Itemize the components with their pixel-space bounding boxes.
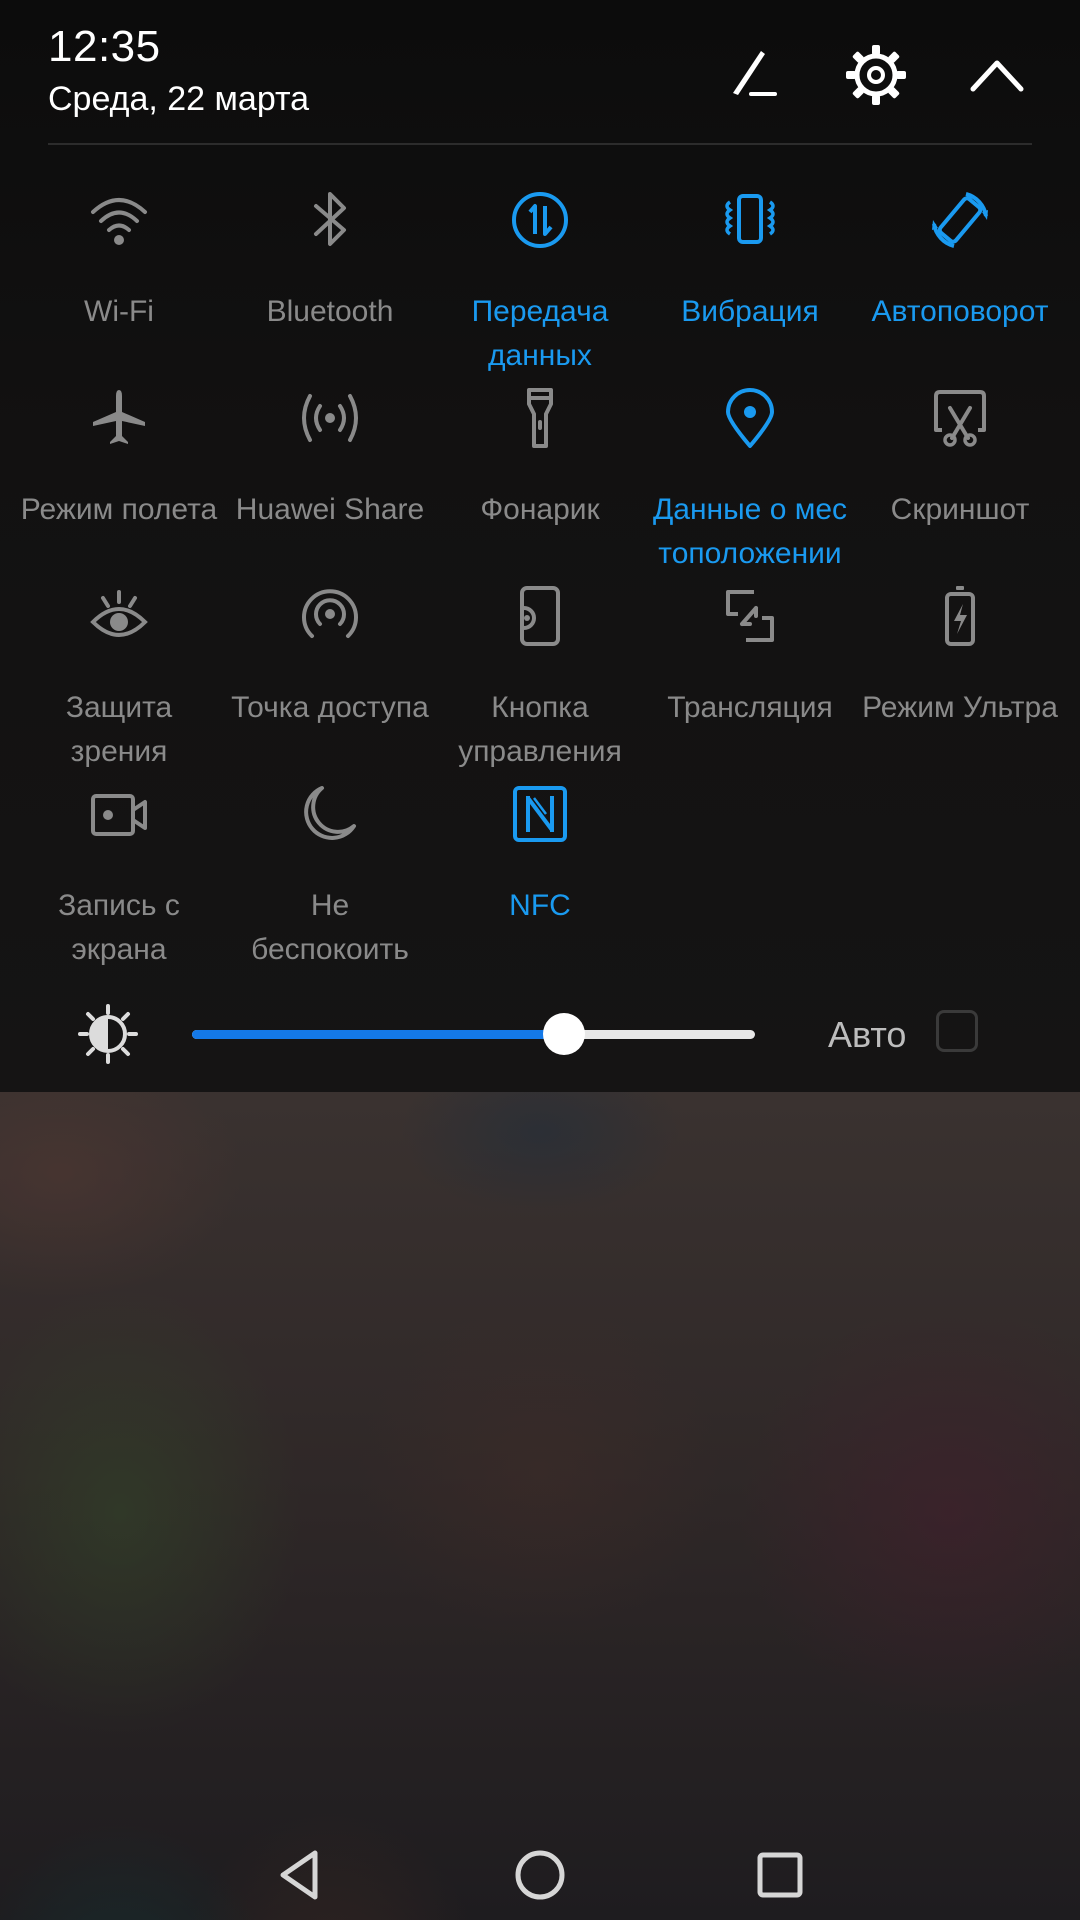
auto-brightness-label: Авто [828, 1014, 907, 1055]
tile-label: Не беспокоить [251, 889, 409, 966]
huawei-share-icon [302, 394, 358, 442]
chevron-up-icon [970, 60, 1024, 92]
tile-label: Вибрация [681, 295, 819, 328]
tile-do-not-disturb[interactable]: Не беспокоить [222, 784, 438, 974]
auto-brightness-checkbox[interactable] [936, 1010, 978, 1052]
tile-nfc[interactable]: NFC [432, 784, 648, 974]
eye-comfort-icon [90, 590, 148, 637]
recents-button[interactable] [745, 1840, 815, 1910]
moon-icon [304, 786, 356, 840]
tile-label: NFC [509, 889, 571, 922]
edit-tiles-button[interactable] [720, 40, 790, 110]
location-icon [726, 388, 774, 448]
tile-label: Фонарик [480, 493, 600, 526]
tile-label: Запись с экрана [58, 889, 180, 966]
tile-flashlight[interactable]: Фонарик [432, 388, 648, 578]
wifi-icon [91, 198, 147, 245]
clock: 12:35 [48, 22, 161, 71]
tile-navigation-dock[interactable]: Кнопка управления [432, 586, 648, 776]
brightness-slider-thumb[interactable] [542, 1013, 585, 1055]
brightness-icon [78, 1004, 138, 1064]
tile-vibration[interactable]: Вибрация [642, 190, 858, 380]
brightness-slider[interactable] [192, 1013, 755, 1055]
tile-label: Точка доступа [231, 691, 429, 724]
cast-icon [726, 590, 774, 642]
tile-mobile-data[interactable]: Передача данных [432, 190, 648, 380]
brightness-row: Авто [0, 1000, 1080, 1070]
recents-icon [757, 1852, 803, 1898]
home-icon [515, 1850, 565, 1900]
tile-huawei-share[interactable]: Huawei Share [222, 388, 438, 578]
gear-icon [846, 45, 906, 105]
tile-label: Кнопка управления [458, 691, 622, 768]
back-icon [280, 1850, 318, 1900]
tile-hotspot[interactable]: Точка доступа [222, 586, 438, 776]
tile-label: Данные о мес тоположении [652, 493, 848, 570]
tile-wifi[interactable]: Wi-Fi [11, 190, 227, 380]
tile-label: Трансляция [667, 691, 833, 724]
home-button[interactable] [505, 1840, 575, 1910]
screenshot-icon [934, 390, 986, 447]
settings-button[interactable] [841, 40, 911, 110]
ultra-battery-icon [945, 586, 975, 646]
tile-label: Wi-Fi [84, 295, 154, 328]
tile-location[interactable]: Данные о мес тоположении [642, 388, 858, 578]
vibration-icon [725, 194, 775, 244]
auto-rotate-icon [932, 192, 988, 248]
edit-icon [733, 51, 777, 96]
tile-label: Режим Ультра [862, 691, 1058, 724]
collapse-panel-button[interactable] [962, 40, 1032, 110]
back-button[interactable] [265, 1840, 335, 1910]
tile-bluetooth[interactable]: Bluetooth [222, 190, 438, 380]
flashlight-icon [527, 388, 553, 448]
navigation-bar [0, 1830, 1080, 1920]
mobile-data-icon [512, 192, 568, 248]
tile-eye-comfort[interactable]: Защита зрения [11, 586, 227, 776]
tile-screenshot[interactable]: Скриншот [852, 388, 1068, 578]
bluetooth-icon [314, 192, 346, 246]
notification-panel: 12:35 Среда, 22 марта Wi-Fi Bluetooth Пе… [0, 0, 1080, 1092]
tile-label: Режим полета [20, 493, 218, 526]
nfc-icon [513, 786, 567, 842]
screen-record-icon [91, 794, 147, 836]
tile-label: Защита зрения [65, 691, 173, 768]
airplane-icon [93, 390, 145, 444]
tile-label: Автоповорот [871, 295, 1049, 328]
header-divider [48, 143, 1032, 145]
navigation-dock-icon [520, 586, 560, 646]
tile-screen-record[interactable]: Запись с экрана [11, 784, 227, 974]
tile-label: Huawei Share [235, 493, 425, 526]
tile-airplane-mode[interactable]: Режим полета [11, 388, 227, 578]
wallpaper [0, 1092, 1080, 1920]
tile-label: Bluetooth [266, 295, 394, 328]
tile-label: Передача данных [471, 295, 609, 372]
tile-cast[interactable]: Трансляция [642, 586, 858, 776]
tile-label: Скриншот [890, 493, 1030, 526]
brightness-slider-fill [192, 1030, 564, 1039]
tile-ultra-battery[interactable]: Режим Ультра [852, 586, 1068, 776]
date-label: Среда, 22 марта [48, 80, 310, 118]
tile-auto-rotate[interactable]: Автоповорот [852, 190, 1068, 380]
hotspot-icon [302, 589, 358, 638]
